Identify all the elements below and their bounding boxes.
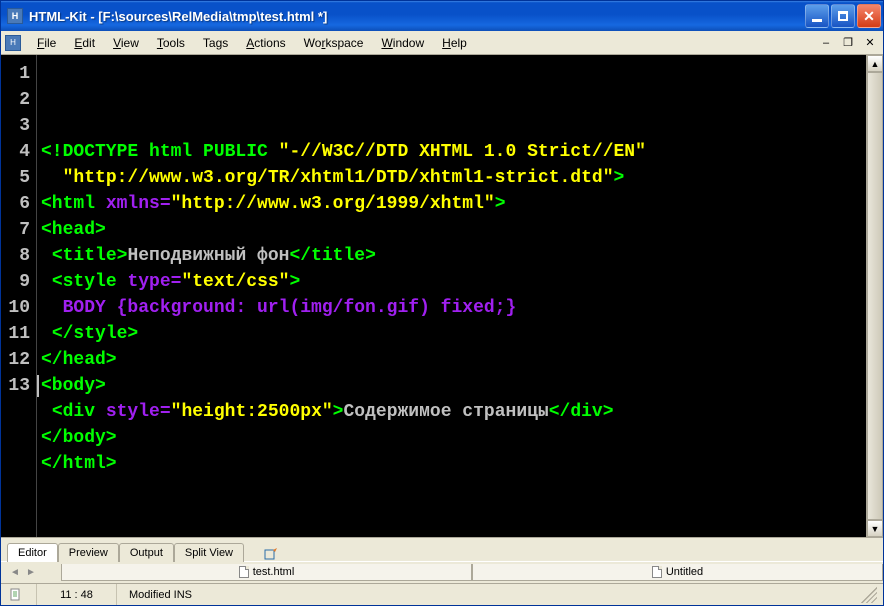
editor-area: 12345678910111213 <!DOCTYPE html PUBLIC … [1, 55, 883, 537]
line-number: 12 [1, 347, 30, 373]
tab-editor[interactable]: Editor [7, 543, 58, 562]
status-icon-cell [7, 584, 37, 605]
menu-tools[interactable]: Tools [149, 34, 193, 52]
minimize-button[interactable] [805, 4, 829, 28]
menu-workspace[interactable]: Workspace [296, 34, 372, 52]
line-number: 8 [1, 243, 30, 269]
menu-edit[interactable]: Edit [66, 34, 103, 52]
close-button[interactable]: ✕ [857, 4, 881, 28]
status-doc-icon [9, 588, 23, 602]
menubar: H File Edit View Tools Tags Actions Work… [1, 31, 883, 55]
line-number: 3 [1, 113, 30, 139]
scroll-down-icon[interactable]: ▼ [867, 520, 883, 537]
tab-preview[interactable]: Preview [58, 543, 119, 562]
code-line[interactable]: </head> [41, 347, 866, 373]
document-icon [652, 566, 662, 578]
scroll-thumb[interactable] [867, 72, 883, 520]
line-number: 7 [1, 217, 30, 243]
code-line[interactable]: <head> [41, 217, 866, 243]
code-line[interactable]: </html> [41, 451, 866, 477]
menu-actions[interactable]: Actions [238, 34, 293, 52]
code-line[interactable]: <html xmlns="http://www.w3.org/1999/xhtm… [41, 191, 866, 217]
line-number: 6 [1, 191, 30, 217]
code-editor[interactable]: <!DOCTYPE html PUBLIC "-//W3C//DTD XHTML… [37, 55, 866, 537]
statusbar: 11 : 48 Modified INS [1, 583, 883, 605]
code-line[interactable]: <body> [41, 373, 866, 399]
mdi-restore-icon[interactable]: ❐ [839, 34, 857, 52]
code-line[interactable]: <style type="text/css"> [41, 269, 866, 295]
titlebar[interactable]: H HTML-Kit - [F:\sources\RelMedia\tmp\te… [1, 1, 883, 31]
status-modified: Modified INS [117, 584, 237, 605]
doc-tab-untitled[interactable]: Untitled [472, 564, 883, 581]
text-cursor [37, 375, 39, 397]
resize-grip-icon[interactable] [861, 587, 877, 603]
code-line[interactable]: <!DOCTYPE html PUBLIC "-//W3C//DTD XHTML… [41, 139, 866, 165]
tab-output[interactable]: Output [119, 543, 174, 562]
line-number: 5 [1, 165, 30, 191]
line-number: 9 [1, 269, 30, 295]
scroll-up-icon[interactable]: ▲ [867, 55, 883, 72]
line-number: 10 [1, 295, 30, 321]
menu-file[interactable]: File [29, 34, 64, 52]
code-line[interactable]: BODY {background: url(img/fon.gif) fixed… [41, 295, 866, 321]
line-number: 13 [1, 373, 30, 399]
doc-tab-testhtml[interactable]: test.html [61, 564, 472, 581]
view-tabs: Editor Preview Output Split View [1, 537, 883, 561]
app-icon: H [7, 8, 23, 24]
code-line[interactable]: <title>Неподвижный фон</title> [41, 243, 866, 269]
line-gutter: 12345678910111213 [1, 55, 37, 537]
menubar-app-icon[interactable]: H [5, 35, 21, 51]
menu-tags[interactable]: Tags [195, 34, 236, 52]
menu-window[interactable]: Window [373, 34, 432, 52]
titlebar-text: HTML-Kit - [F:\sources\RelMedia\tmp\test… [27, 9, 805, 24]
line-number: 1 [1, 61, 30, 87]
code-line[interactable]: "http://www.w3.org/TR/xhtml1/DTD/xhtml1-… [41, 165, 866, 191]
code-line[interactable]: <div style="height:2500px">Содержимое ст… [41, 399, 866, 425]
status-cursor-pos: 11 : 48 [37, 584, 117, 605]
menu-help[interactable]: Help [434, 34, 475, 52]
maximize-button[interactable] [831, 4, 855, 28]
tab-split-view[interactable]: Split View [174, 543, 244, 562]
document-icon [239, 566, 249, 578]
vertical-scrollbar[interactable]: ▲ ▼ [866, 55, 883, 537]
line-number: 11 [1, 321, 30, 347]
tab-action-icon[interactable] [264, 547, 278, 561]
code-line[interactable]: </body> [41, 425, 866, 451]
code-line[interactable]: </style> [41, 321, 866, 347]
document-tabs: ◄ ► test.html Untitled [1, 561, 883, 583]
mdi-close-icon[interactable]: ✕ [861, 34, 879, 52]
doc-tabs-next-icon[interactable]: ► [25, 567, 37, 579]
line-number: 4 [1, 139, 30, 165]
doc-tabs-prev-icon[interactable]: ◄ [9, 567, 21, 579]
line-number: 2 [1, 87, 30, 113]
menu-view[interactable]: View [105, 34, 147, 52]
mdi-minimize-icon[interactable]: – [817, 34, 835, 52]
